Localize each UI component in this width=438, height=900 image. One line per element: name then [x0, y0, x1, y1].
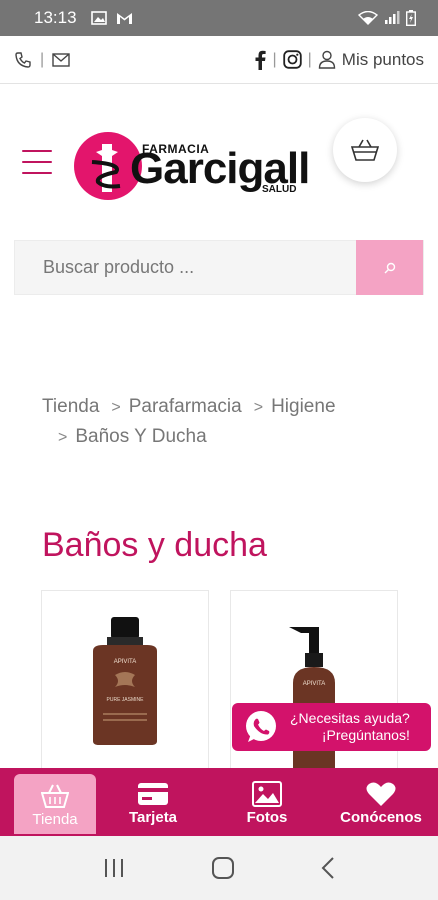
topbar-separator: | — [40, 50, 45, 68]
product-name: PURE JASMINE — [107, 697, 145, 703]
topbar-separator: | — [272, 50, 277, 68]
product-card[interactable]: APIVITA — [230, 590, 398, 790]
site-header: FARMACIA Garcigall SALUD — [0, 100, 438, 220]
system-nav-bar — [0, 836, 438, 900]
gmail-icon — [116, 12, 132, 24]
recent-apps-icon[interactable] — [103, 858, 125, 878]
status-time: 13:13 — [34, 8, 77, 27]
home-icon[interactable] — [211, 856, 235, 880]
page-title: Baños y ducha — [42, 526, 267, 564]
image-icon — [252, 780, 282, 807]
logo[interactable]: FARMACIA Garcigall SALUD — [70, 128, 310, 202]
back-icon[interactable] — [321, 857, 335, 879]
heart-icon — [366, 782, 396, 806]
card-icon — [138, 782, 168, 805]
menu-icon[interactable] — [22, 150, 52, 174]
cart-button[interactable] — [333, 118, 397, 182]
nav-label: Fotos — [246, 808, 288, 826]
product-brand: APIVITA — [114, 659, 137, 665]
nav-label: Conócenos — [340, 808, 422, 826]
my-points-link[interactable]: Mis puntos — [342, 50, 424, 70]
nav-tarjeta[interactable]: Tarjeta — [96, 768, 210, 836]
search-icon — [384, 262, 395, 273]
chevron-right-icon: > — [58, 429, 68, 446]
top-utility-bar: | | | Mis puntos — [0, 36, 438, 84]
chevron-right-icon: > — [253, 399, 264, 416]
logo-bottom-text: SALUD — [262, 184, 297, 195]
chevron-right-icon: > — [111, 399, 121, 416]
product-card[interactable]: APIVITA PURE JASMINE — [41, 590, 209, 790]
gallery-icon — [90, 11, 107, 25]
search-bar — [14, 240, 424, 295]
nav-label: Tienda — [32, 810, 78, 828]
search-input[interactable] — [15, 241, 356, 294]
instagram-icon[interactable] — [282, 50, 302, 69]
nav-tienda[interactable]: Tienda — [14, 774, 96, 834]
breadcrumb: Tienda > Parafarmacia > Higiene > Baños Y Duc… — [42, 392, 402, 452]
battery-icon — [406, 10, 416, 26]
breadcrumb-item[interactable]: Parafarmacia — [129, 396, 242, 417]
nav-label: Tarjeta — [128, 808, 178, 826]
status-bar: 13:13 — [0, 0, 438, 36]
product-image: APIVITA PURE JASMINE — [93, 617, 157, 745]
status-notification-icons — [90, 11, 133, 25]
whatsapp-help-button[interactable]: ¿Necesitas ayuda? ¡Pregúntanos! — [232, 703, 431, 751]
basket-icon — [351, 139, 379, 161]
nav-fotos[interactable]: Fotos — [210, 768, 324, 836]
bottom-nav: Tienda Tarjeta Fotos Conócenos — [0, 768, 438, 836]
user-icon — [318, 50, 335, 69]
product-brand: APIVITA — [303, 681, 326, 687]
facebook-icon[interactable] — [254, 50, 267, 70]
whatsapp-line-1: ¿Necesitas ayuda? — [290, 710, 410, 726]
breadcrumb-current: Baños Y Ducha — [75, 426, 207, 447]
basket-icon — [41, 784, 69, 808]
mail-icon[interactable] — [52, 52, 70, 67]
signal-icon — [385, 11, 400, 24]
topbar-separator: | — [307, 50, 312, 68]
breadcrumb-item[interactable]: Tienda — [42, 396, 99, 417]
caduceus-icon — [91, 144, 121, 192]
nav-conocenos[interactable]: Conócenos — [324, 768, 438, 836]
whatsapp-line-2: ¡Pregúntanos! — [321, 727, 410, 743]
breadcrumb-item[interactable]: Higiene — [271, 396, 335, 417]
search-button[interactable] — [356, 240, 423, 295]
phone-icon[interactable] — [14, 51, 32, 69]
wifi-icon — [358, 11, 378, 25]
whatsapp-icon — [246, 711, 276, 742]
